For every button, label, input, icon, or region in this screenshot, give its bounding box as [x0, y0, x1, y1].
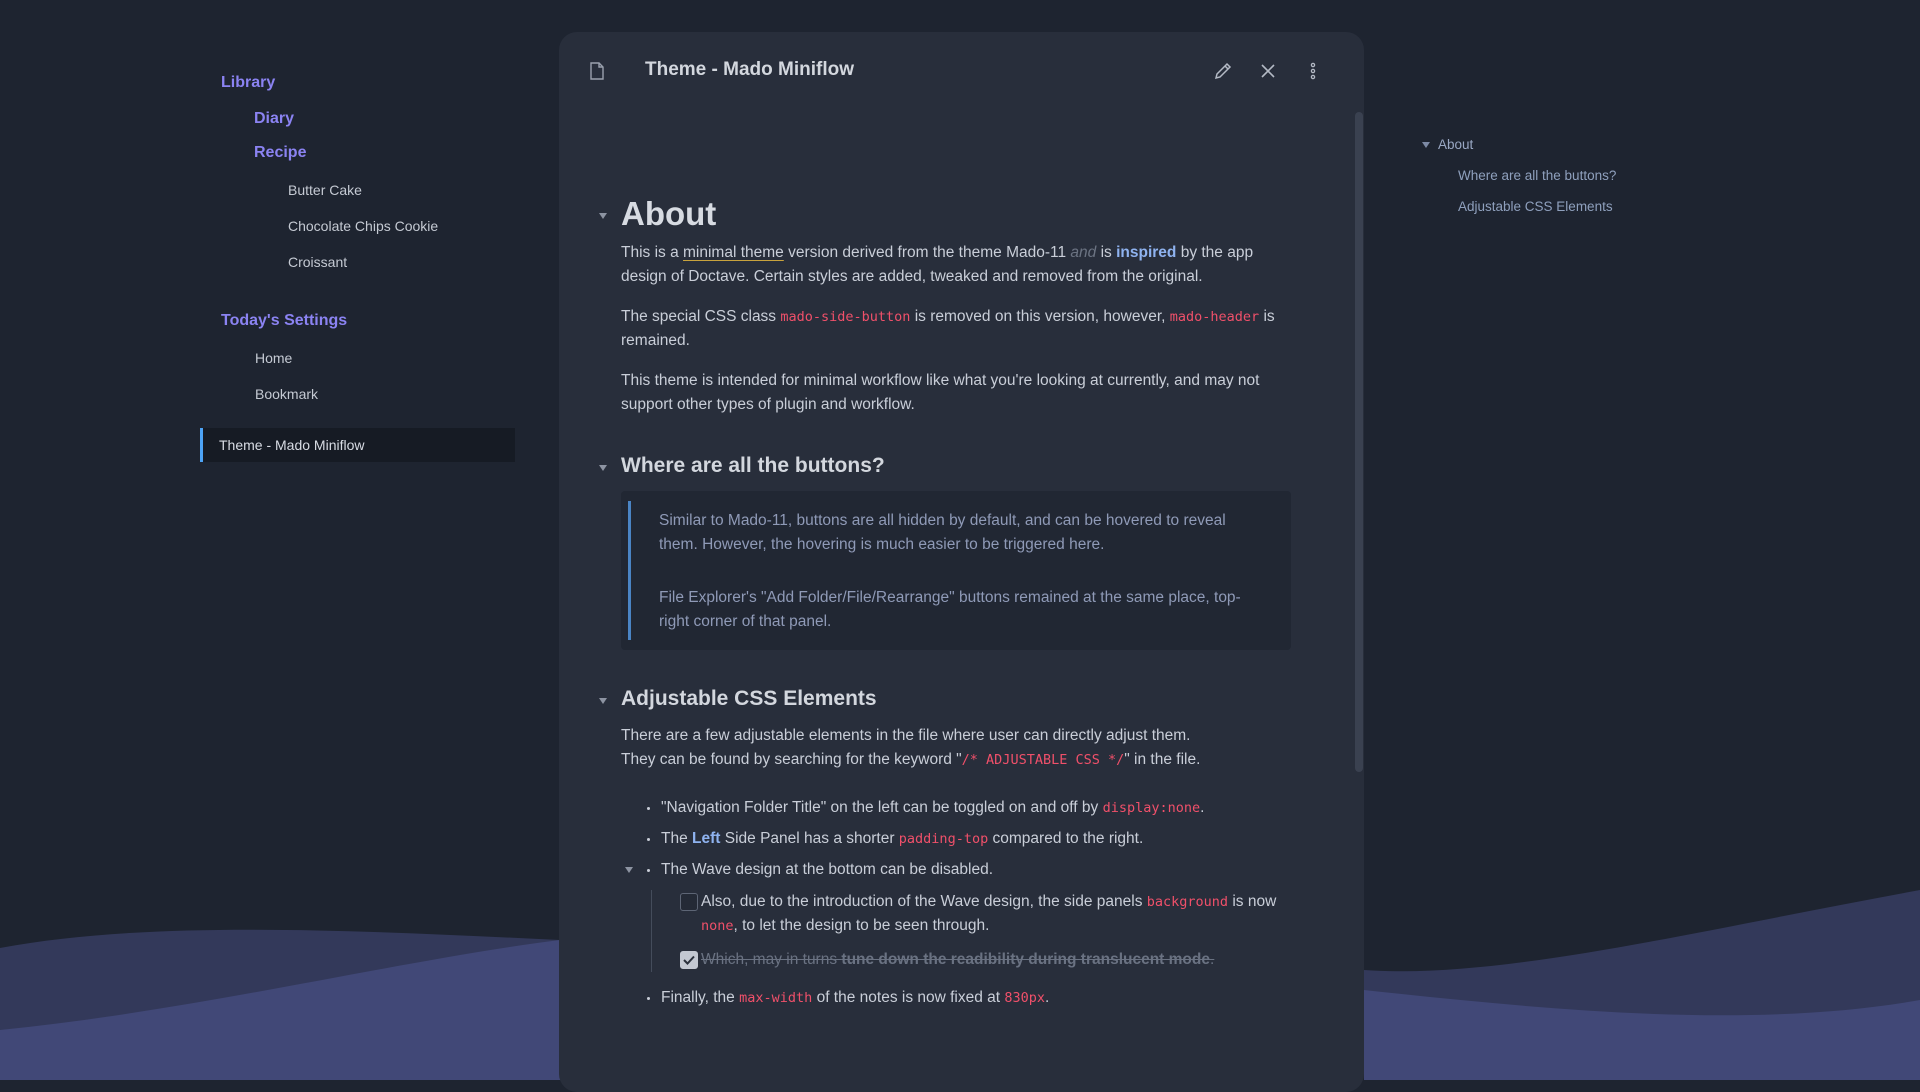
more-vertical-icon[interactable]: [1302, 60, 1324, 82]
note-panel: Theme - Mado Miniflow About This is a mi…: [559, 32, 1364, 1092]
file-chocolate-chips-cookie[interactable]: Chocolate Chips Cookie: [288, 218, 520, 234]
outline-item-about[interactable]: About: [1422, 137, 1616, 152]
paragraph-intended: This theme is intended for minimal workf…: [621, 372, 1260, 413]
fold-arrow-icon[interactable]: [599, 465, 607, 471]
link-minimal-theme[interactable]: minimal theme: [683, 244, 784, 261]
paragraph-intro: This is a minimal theme version derived …: [621, 244, 1254, 285]
heading-about: About: [621, 195, 717, 232]
task-checkbox-checked[interactable]: [680, 951, 698, 969]
outline-panel: About Where are all the buttons? Adjusta…: [1422, 137, 1616, 230]
folder-diary[interactable]: Diary: [254, 110, 520, 128]
file-home[interactable]: Home: [255, 350, 520, 366]
fold-arrow-icon[interactable]: [599, 698, 607, 704]
file-bookmark[interactable]: Bookmark: [255, 386, 520, 402]
bullet-list: "Navigation Folder Title" on the left ca…: [621, 796, 1291, 1010]
file-butter-cake[interactable]: Butter Cake: [288, 182, 520, 198]
quote-paragraph-1: Similar to Mado-11, buttons are all hidd…: [659, 512, 1226, 553]
blockquote: Similar to Mado-11, buttons are all hidd…: [621, 491, 1291, 650]
folder-todays-settings[interactable]: Today's Settings: [221, 312, 520, 330]
fold-arrow-icon[interactable]: [599, 213, 607, 219]
task-checkbox[interactable]: [680, 893, 698, 911]
pencil-icon[interactable]: [1212, 60, 1234, 82]
file-active-theme[interactable]: Theme - Mado Miniflow: [200, 428, 515, 462]
file-active-label: Theme - Mado Miniflow: [219, 437, 365, 453]
heading-adjustable-css: Adjustable CSS Elements: [621, 687, 877, 710]
checkmark-icon: [683, 955, 695, 965]
list-item: "Navigation Folder Title" on the left ca…: [647, 796, 1291, 820]
file-croissant[interactable]: Croissant: [288, 254, 520, 270]
list-item: Finally, the max-width of the notes is n…: [647, 986, 1291, 1010]
fold-arrow-icon[interactable]: [625, 867, 633, 873]
file-explorer: Library Diary Recipe Butter Cake Chocola…: [200, 60, 520, 462]
scrollbar[interactable]: [1355, 112, 1363, 772]
list-item: The Wave design at the bottom can be dis…: [625, 858, 1291, 972]
note-content: About This is a minimal theme version de…: [599, 112, 1291, 1017]
heading-buttons: Where are all the buttons?: [621, 454, 885, 477]
task-item: Also, due to the introduction of the Wav…: [661, 890, 1291, 938]
folder-library[interactable]: Library: [221, 74, 520, 92]
task-item: Which, may in turns tune down the readib…: [661, 948, 1291, 972]
quote-paragraph-2: File Explorer's "Add Folder/File/Rearran…: [659, 589, 1241, 630]
outline-item-buttons[interactable]: Where are all the buttons?: [1422, 168, 1616, 183]
note-header: Theme - Mado Miniflow: [559, 32, 1364, 112]
list-item: The Left Side Panel has a shorter paddin…: [647, 827, 1291, 851]
note-title: Theme - Mado Miniflow: [645, 59, 854, 80]
folder-recipe[interactable]: Recipe: [254, 144, 520, 162]
close-icon[interactable]: [1257, 60, 1279, 82]
paragraph-adjustable: There are a few adjustable elements in t…: [621, 727, 1201, 768]
task-list: Also, due to the introduction of the Wav…: [651, 890, 1291, 972]
file-icon: [590, 62, 604, 80]
paragraph-css-class: The special CSS class mado-side-button i…: [621, 308, 1275, 349]
outline-item-adjustable-css[interactable]: Adjustable CSS Elements: [1422, 199, 1616, 214]
